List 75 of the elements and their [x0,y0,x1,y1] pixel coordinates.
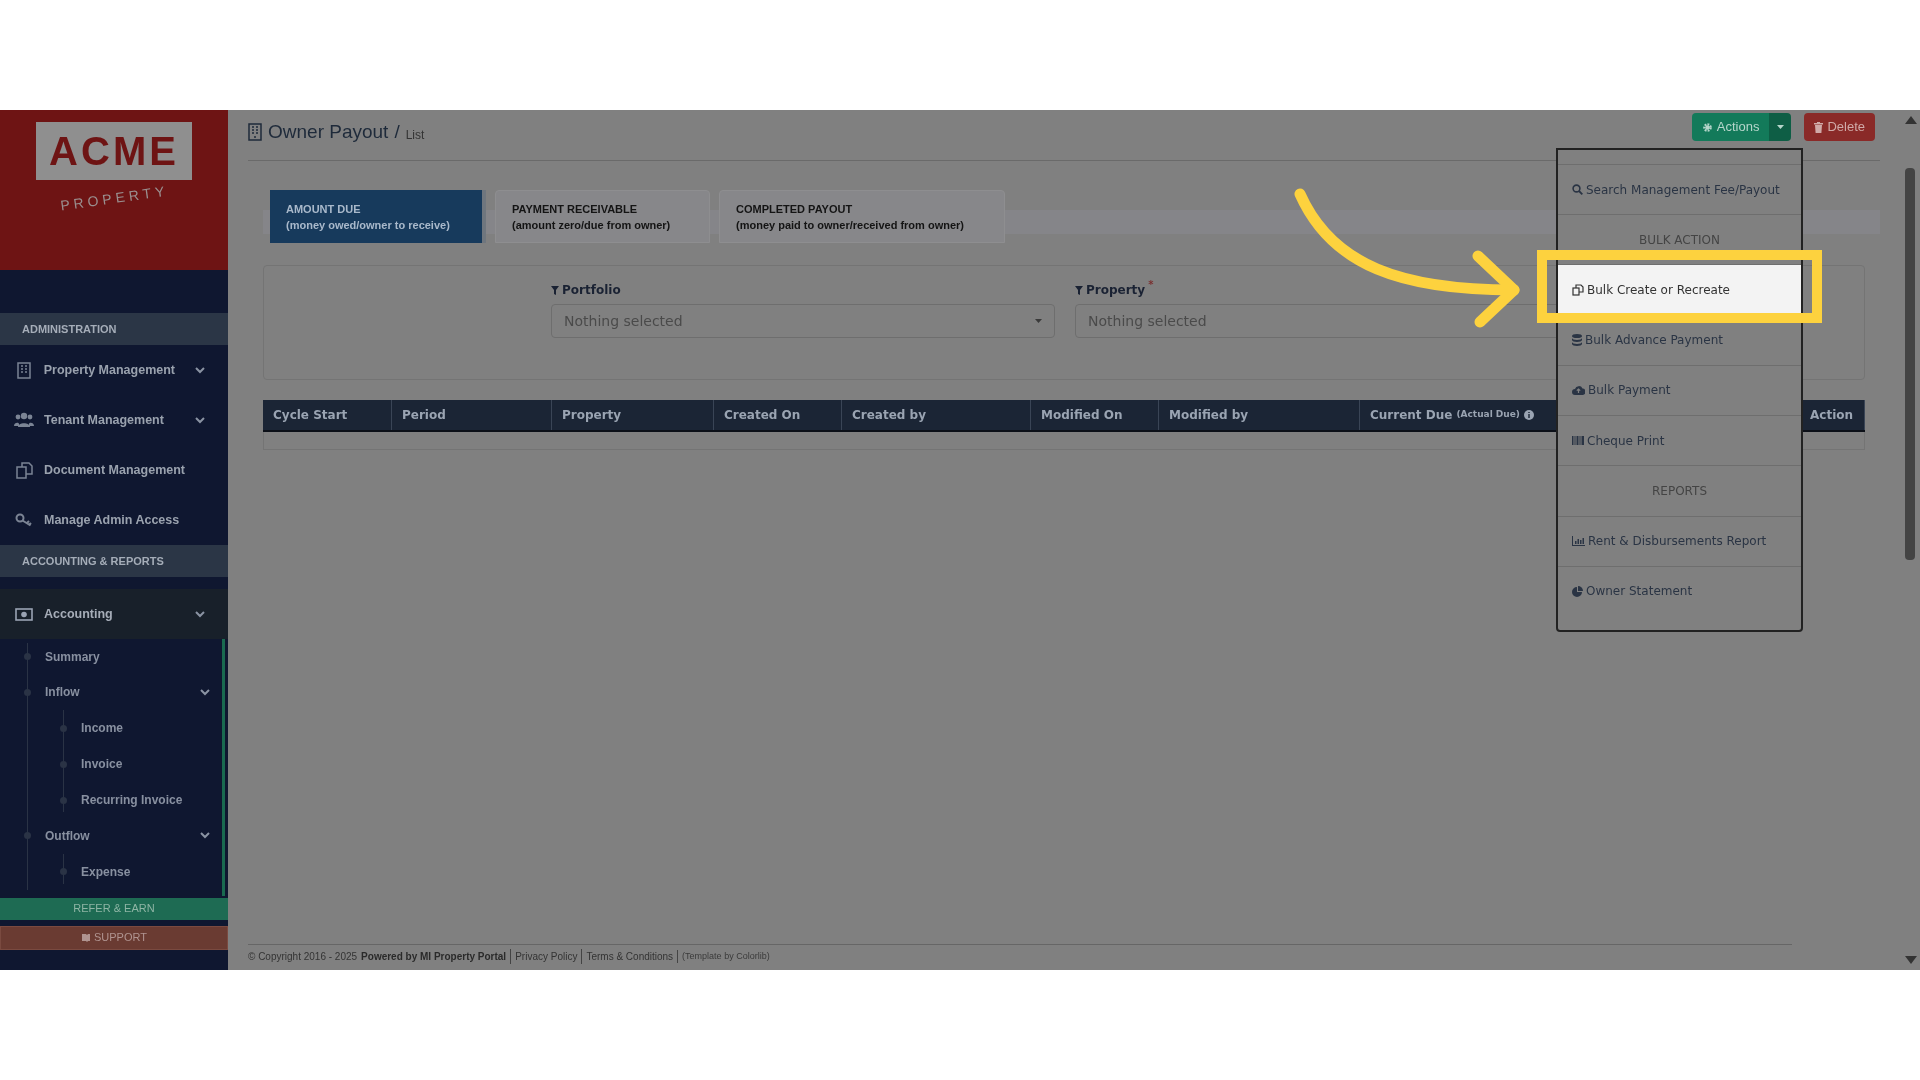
footer-link[interactable]: Terms & Conditions [581,949,674,964]
bullet-icon [24,832,31,840]
nav-subitem[interactable]: Inflow [0,674,222,710]
book-icon [81,933,91,942]
nav-subitem[interactable]: Outflow [0,818,222,854]
footer-link[interactable]: Privacy Policy [510,949,578,964]
bullet-icon [60,724,67,732]
section-heading: ADMINISTRATION [0,313,228,345]
search-icon [1572,184,1583,196]
nav-subitem[interactable]: Summary [0,639,222,675]
column-header: Modified On [1031,400,1159,430]
menu-item[interactable]: Search Management Fee/Payout [1558,165,1801,215]
bar-chart-icon [1572,536,1585,547]
bullet-icon [60,868,67,875]
breadcrumb-link[interactable]: List [405,125,425,144]
pie-chart-icon [1572,585,1583,597]
building-icon [16,361,31,379]
copy-icon [1572,284,1584,297]
column-header: Period [392,400,552,430]
support-button[interactable]: SUPPORT [0,925,228,950]
caret-icon [1035,319,1042,323]
column-header: Created by [842,400,1031,430]
nav-item[interactable]: Property Management [0,345,228,395]
database-icon [1572,334,1582,347]
copyright-text: © Copyright 2016 - 2025 [248,950,358,964]
nav-subitem[interactable]: Expense [0,853,222,890]
nav-item[interactable]: Accounting [0,589,228,639]
scrollbar[interactable] [1900,110,1920,970]
gear-icon [1701,121,1713,133]
info-icon [1523,410,1534,420]
filter-label: Portfolio [551,281,1055,299]
barcode-icon [1572,436,1584,446]
nav-subitem[interactable]: Income [0,710,222,746]
breadcrumb-separator: / [394,120,400,144]
bullet-icon [24,688,31,696]
tab[interactable]: PAYMENT RECEIVABLE (amount zero/due from owner) [495,190,710,243]
trash-icon [1814,121,1824,133]
column-header: Created On [714,400,842,430]
bullet-icon [60,796,67,804]
money-icon [15,607,33,621]
filter-icon [551,285,559,295]
refer-button[interactable]: REFER & EARN [0,897,228,920]
filter-icon [1075,285,1083,295]
column-header: Property [552,400,714,430]
template-credit: (Template by Colorlib) [677,949,770,964]
column-header: Modified by [1159,400,1360,430]
users-icon [14,412,34,428]
key-icon [15,513,33,527]
menu-item[interactable]: Cheque Print [1558,416,1801,466]
tab[interactable]: COMPLETED PAYOUT (money paid to owner/received from owner) [719,190,1005,243]
nav-item[interactable]: Document Management [0,445,228,495]
caret-icon [1776,125,1784,129]
menu-item[interactable]: Rent & Disbursements Report [1558,516,1801,566]
powered-by-link[interactable]: Powered by MI Property Portal [361,949,507,964]
nav-item[interactable]: Manage Admin Access [0,495,228,545]
actions-button[interactable]: Actions [1691,113,1770,141]
menu-item[interactable]: Owner Statement [1558,566,1801,616]
section-heading: ACCOUNTING & REPORTS [0,545,228,577]
tab[interactable]: AMOUNT DUE (money owed/owner to receive) [270,190,486,243]
delete-button[interactable]: Delete [1804,113,1875,141]
cloud-upload-icon [1572,385,1585,396]
menu-item[interactable]: Bulk Advance Payment [1558,315,1801,365]
nav-item[interactable]: Tenant Management [0,395,228,445]
copy-icon [15,461,33,479]
bullet-icon [24,653,31,661]
menu-item[interactable]: Bulk Create or Recreate [1558,265,1801,315]
nav-subitem[interactable]: Recurring Invoice [0,782,222,818]
building-icon [248,123,262,142]
page-title: Owner Payout [268,120,389,144]
column-header: Cycle Start [263,400,392,430]
dropdown-toggle[interactable] [1769,113,1792,141]
menu-item[interactable]: Bulk Payment [1558,365,1801,416]
bullet-icon [60,760,67,768]
menu-section-heading: REPORTS [1558,465,1801,516]
nav-subitem[interactable]: Invoice [0,746,222,782]
